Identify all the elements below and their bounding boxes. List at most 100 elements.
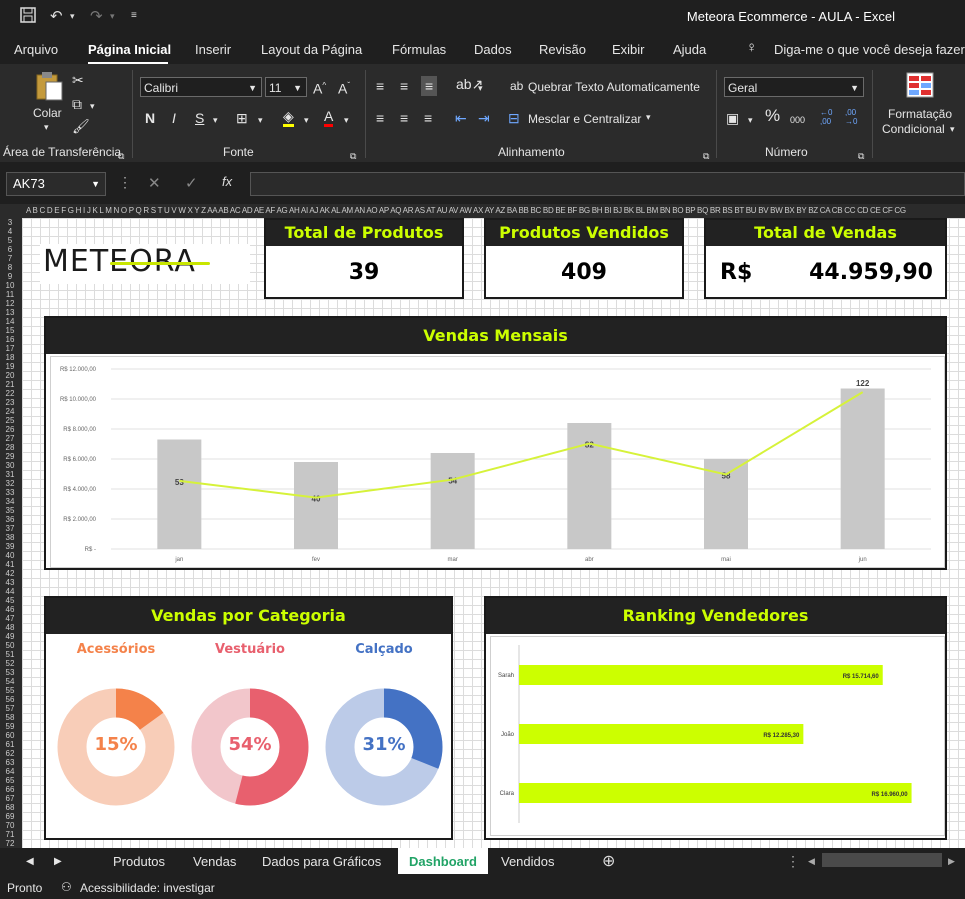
undo-icon[interactable]: ↶ <box>50 7 63 25</box>
row-number[interactable]: 23 <box>0 398 20 407</box>
tell-me-input[interactable]: Diga-me o que você deseja fazer <box>774 42 965 57</box>
row-number[interactable]: 52 <box>0 659 20 668</box>
row-number[interactable]: 11 <box>0 290 20 299</box>
menu-layout[interactable]: Layout da Página <box>261 42 362 57</box>
row-number[interactable]: 53 <box>0 668 20 677</box>
row-number[interactable]: 49 <box>0 632 20 641</box>
scroll-left-icon[interactable]: ◀ <box>26 856 34 867</box>
row-number[interactable]: 59 <box>0 722 20 731</box>
font-size-combo[interactable]: 11 ▼ <box>265 77 307 97</box>
tab-vendas[interactable]: Vendas <box>193 854 236 869</box>
enter-icon[interactable]: ✓ <box>185 174 198 192</box>
row-number[interactable]: 20 <box>0 371 20 380</box>
decrease-font-icon[interactable]: Aˇ <box>338 78 350 97</box>
row-number[interactable]: 12 <box>0 299 20 308</box>
more-options-icon[interactable]: ⋮ <box>118 174 132 191</box>
row-number[interactable]: 39 <box>0 542 20 551</box>
row-number[interactable]: 13 <box>0 308 20 317</box>
row-number[interactable]: 43 <box>0 578 20 587</box>
menu-formulas[interactable]: Fórmulas <box>392 42 446 57</box>
status-accessibility[interactable]: Acessibilidade: investigar <box>80 881 215 895</box>
borders-dropdown-icon[interactable]: ▾ <box>258 112 263 128</box>
row-number[interactable]: 14 <box>0 317 20 326</box>
row-number[interactable]: 61 <box>0 740 20 749</box>
row-number[interactable]: 46 <box>0 605 20 614</box>
borders-icon[interactable]: ⊞ <box>236 110 248 126</box>
accessibility-icon[interactable]: ⚇ <box>61 880 72 894</box>
row-number[interactable]: 21 <box>0 380 20 389</box>
currency-dropdown-icon[interactable]: ▾ <box>748 112 753 128</box>
row-number[interactable]: 65 <box>0 776 20 785</box>
align-center-icon[interactable]: ≡ <box>400 110 408 126</box>
row-number[interactable]: 66 <box>0 785 20 794</box>
tab-options-icon[interactable]: ⋮ <box>786 853 800 870</box>
row-number[interactable]: 54 <box>0 677 20 686</box>
row-number[interactable]: 36 <box>0 515 20 524</box>
row-number[interactable]: 6 <box>0 245 20 254</box>
menu-dados[interactable]: Dados <box>474 42 512 57</box>
tab-vendidos[interactable]: Vendidos <box>501 854 555 869</box>
row-number[interactable]: 25 <box>0 416 20 425</box>
row-number[interactable]: 9 <box>0 272 20 281</box>
align-right-icon[interactable]: ≡ <box>424 110 432 126</box>
row-number[interactable]: 28 <box>0 443 20 452</box>
row-number[interactable]: 63 <box>0 758 20 767</box>
row-number[interactable]: 33 <box>0 488 20 497</box>
menu-pagina-inicial[interactable]: Página Inicial <box>88 42 171 57</box>
row-number[interactable]: 69 <box>0 812 20 821</box>
merge-dropdown-icon[interactable]: ▾ <box>646 112 651 123</box>
italic-button[interactable]: I <box>172 110 176 126</box>
row-number[interactable]: 27 <box>0 434 20 443</box>
row-number[interactable]: 15 <box>0 326 20 335</box>
name-box[interactable]: AK73 ▼ <box>6 172 106 196</box>
category-donuts-area[interactable]: Acessórios 15% Vestuário 54% Calçado 31% <box>46 634 451 838</box>
decrease-indent-icon[interactable]: ⇤ <box>455 110 467 126</box>
row-number[interactable]: 31 <box>0 470 20 479</box>
add-sheet-icon[interactable]: ⊕ <box>602 851 615 871</box>
menu-exibir[interactable]: Exibir <box>612 42 645 57</box>
row-number[interactable]: 29 <box>0 452 20 461</box>
conditional-formatting-label1[interactable]: Formatação <box>888 107 952 121</box>
monthly-sales-chart-area[interactable]: R$ - R$ 2.000,00 R$ 4.000,00 R$ 6.000,00 R$ … <box>50 356 945 568</box>
row-number[interactable]: 48 <box>0 623 20 632</box>
underline-dropdown-icon[interactable]: ▾ <box>213 112 218 128</box>
increase-indent-icon[interactable]: ⇥ <box>478 110 490 126</box>
menu-inserir[interactable]: Inserir <box>195 42 231 57</box>
row-number[interactable]: 47 <box>0 614 20 623</box>
thousands-icon[interactable]: 000 <box>790 112 805 128</box>
decrease-decimal-icon[interactable]: ,00 →0 <box>845 108 857 126</box>
font-color-icon[interactable]: A <box>324 108 334 127</box>
scroll-right-icon[interactable]: ▶ <box>54 856 62 867</box>
align-middle-icon[interactable]: ≡ <box>400 78 408 94</box>
row-number[interactable]: 44 <box>0 587 20 596</box>
increase-decimal-icon[interactable]: ←0,00 <box>820 108 832 126</box>
h-scroll-right-icon[interactable]: ▶ <box>948 856 955 867</box>
row-number[interactable]: 4 <box>0 227 20 236</box>
row-number[interactable]: 24 <box>0 407 20 416</box>
row-number[interactable]: 17 <box>0 344 20 353</box>
paste-label[interactable]: Colar <box>33 106 62 120</box>
row-number[interactable]: 3 <box>0 218 20 227</box>
row-number[interactable]: 18 <box>0 353 20 362</box>
insert-function-button[interactable]: fx <box>222 174 232 189</box>
row-number[interactable]: 62 <box>0 749 20 758</box>
increase-font-icon[interactable]: A^ <box>313 78 326 97</box>
row-number[interactable]: 38 <box>0 533 20 542</box>
bold-button[interactable]: N <box>145 110 155 126</box>
row-number[interactable]: 35 <box>0 506 20 515</box>
underline-button[interactable]: S <box>195 110 204 126</box>
merge-button[interactable]: Mesclar e Centralizar <box>528 112 641 126</box>
align-top-icon[interactable]: ≡ <box>376 78 384 94</box>
font-name-combo[interactable]: Calibri ▼ <box>140 77 262 97</box>
row-headers[interactable]: 3 4 5 6 7 8 9 10 11 12 13 14 15 16 17 18 19 20 21 22 23 24 25 2… <box>0 218 22 848</box>
align-bottom-icon[interactable]: ≡ <box>421 76 438 96</box>
conditional-dropdown-icon[interactable]: ▾ <box>950 124 955 135</box>
redo-dropdown-icon[interactable]: ▾ <box>110 11 115 22</box>
conditional-formatting-icon[interactable] <box>906 72 934 101</box>
row-number[interactable]: 32 <box>0 479 20 488</box>
copy-icon[interactable]: ⧉ <box>72 96 82 112</box>
row-number[interactable]: 22 <box>0 389 20 398</box>
column-headers[interactable]: A B C D E F G H I J K L M N O P Q R S T … <box>0 204 965 218</box>
number-format-combo[interactable]: Geral ▼ <box>724 77 864 97</box>
row-number[interactable]: 60 <box>0 731 20 740</box>
